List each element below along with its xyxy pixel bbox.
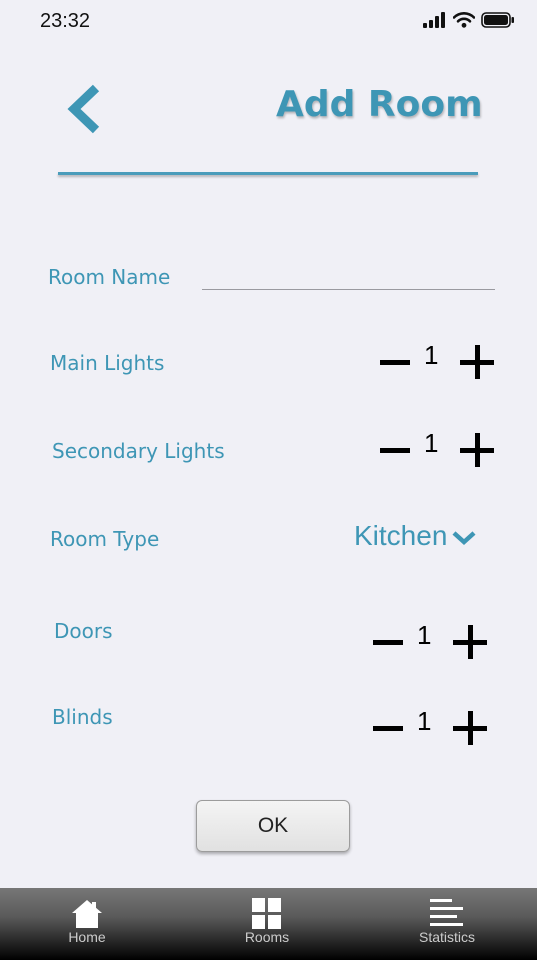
chevron-left-icon (67, 84, 100, 134)
main-lights-increment-button[interactable] (460, 345, 494, 379)
status-icons (423, 12, 515, 28)
main-lights-label: Main Lights (50, 351, 165, 375)
page-title: Add Room (276, 84, 483, 125)
room-name-label: Room Name (48, 265, 171, 289)
home-icon (72, 900, 102, 928)
doors-value: 1 (417, 620, 432, 650)
room-type-label: Room Type (50, 527, 160, 551)
wifi-icon (453, 12, 475, 28)
room-type-dropdown[interactable]: Kitchen (354, 520, 477, 552)
doors-decrement-button[interactable] (373, 640, 403, 645)
back-button[interactable] (64, 82, 104, 136)
main-lights-decrement-button[interactable] (380, 360, 410, 365)
blinds-stepper: 1 (373, 706, 487, 748)
header-divider (58, 172, 478, 175)
tab-rooms[interactable]: Rooms (207, 888, 327, 960)
room-name-underline (202, 289, 495, 290)
tab-statistics[interactable]: Statistics (387, 888, 507, 960)
tab-home[interactable]: Home (27, 888, 147, 960)
secondary-lights-label: Secondary Lights (52, 439, 225, 463)
blinds-decrement-button[interactable] (373, 726, 403, 731)
tab-home-label: Home (68, 929, 106, 945)
signal-icon (423, 12, 445, 28)
grid-icon (252, 898, 281, 929)
ok-button[interactable]: OK (196, 800, 350, 852)
status-time: 23:32 (40, 10, 91, 32)
tab-bar: Home Rooms Statistics (0, 888, 537, 960)
room-name-input[interactable] (202, 262, 495, 288)
doors-increment-button[interactable] (453, 625, 487, 659)
doors-stepper: 1 (373, 620, 487, 662)
main-lights-stepper: 1 (380, 340, 494, 382)
chevron-down-icon (452, 531, 476, 546)
blinds-increment-button[interactable] (453, 711, 487, 745)
main-lights-value: 1 (424, 340, 439, 370)
tab-statistics-label: Statistics (418, 929, 475, 945)
list-icon (430, 899, 463, 926)
secondary-lights-increment-button[interactable] (460, 433, 494, 467)
battery-icon (481, 12, 514, 28)
secondary-lights-value: 1 (424, 428, 439, 458)
blinds-label: Blinds (52, 705, 113, 729)
doors-label: Doors (54, 619, 113, 643)
blinds-value: 1 (417, 706, 432, 736)
secondary-lights-decrement-button[interactable] (380, 448, 410, 453)
secondary-lights-stepper: 1 (380, 428, 494, 470)
room-type-value: Kitchen (354, 520, 448, 551)
tab-rooms-label: Rooms (244, 929, 290, 945)
